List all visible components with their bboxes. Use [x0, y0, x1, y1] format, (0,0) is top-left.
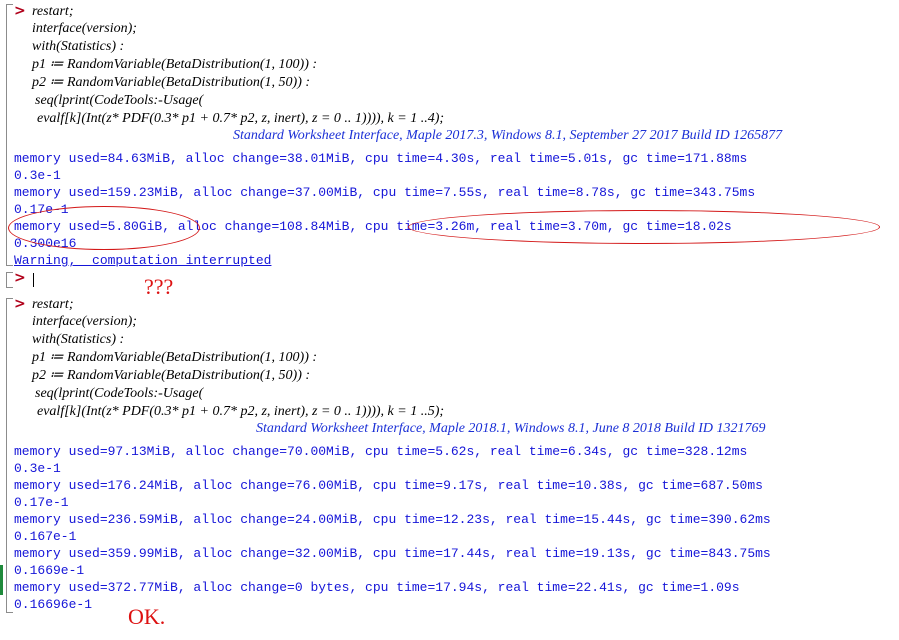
input-line[interactable]: interface(version);	[32, 313, 137, 331]
output-line: 0.3e-1	[14, 461, 61, 476]
input-line[interactable]: evalf[k](Int(z* PDF(0.3* p1 + 0.7* p2, z…	[37, 403, 444, 421]
annotation-question-marks: ???	[144, 274, 174, 299]
output-line: memory used=372.77MiB, alloc change=0 by…	[14, 580, 740, 595]
input-line[interactable]: p1 ≔ RandomVariable(BetaDistribution(1, …	[32, 349, 317, 367]
input-line[interactable]: restart;	[32, 296, 73, 314]
output-line: 0.17e-1	[14, 495, 69, 510]
annotation-ok: OK.	[128, 604, 166, 629]
output-line: 0.17e-1	[14, 202, 69, 217]
input-line[interactable]: interface(version);	[32, 20, 137, 38]
left-edge-marker	[0, 565, 3, 595]
input-line[interactable]: seq(lprint(CodeTools:-Usage(	[35, 385, 203, 403]
input-line[interactable]: evalf[k](Int(z* PDF(0.3* p1 + 0.7* p2, z…	[37, 110, 444, 128]
version-banner-2: Standard Worksheet Interface, Maple 2018…	[256, 421, 766, 436]
input-line[interactable]: p2 ≔ RandomVariable(BetaDistribution(1, …	[32, 367, 310, 385]
input-line[interactable]: p1 ≔ RandomVariable(BetaDistribution(1, …	[32, 56, 317, 74]
output-line: memory used=236.59MiB, alloc change=24.0…	[14, 512, 771, 527]
input-prompt-2: >	[14, 296, 26, 312]
output-line: 0.167e-1	[14, 529, 77, 544]
output-line: memory used=97.13MiB, alloc change=70.00…	[14, 444, 748, 459]
input-line[interactable]: restart;	[32, 3, 73, 21]
output-line: 0.300e16	[14, 236, 77, 251]
output-line: memory used=5.80GiB, alloc change=108.84…	[14, 219, 732, 234]
input-line[interactable]: with(Statistics) :	[32, 331, 124, 349]
version-banner-1: Standard Worksheet Interface, Maple 2017…	[233, 128, 783, 143]
execution-group-bracket-empty[interactable]	[6, 272, 13, 288]
warning-message: Warning, computation interrupted	[14, 253, 272, 268]
output-line: 0.1669e-1	[14, 563, 85, 578]
output-line: memory used=159.23MiB, alloc change=37.0…	[14, 185, 756, 200]
text-cursor[interactable]	[33, 273, 34, 287]
execution-group-bracket-2[interactable]	[6, 298, 13, 613]
input-prompt-empty: >	[14, 270, 26, 286]
input-prompt-1: >	[14, 3, 26, 19]
input-line[interactable]: p2 ≔ RandomVariable(BetaDistribution(1, …	[32, 74, 310, 92]
output-line: 0.16696e-1	[14, 597, 93, 612]
input-line[interactable]: seq(lprint(CodeTools:-Usage(	[35, 92, 203, 110]
output-line: memory used=84.63MiB, alloc change=38.01…	[14, 151, 748, 166]
output-line: memory used=359.99MiB, alloc change=32.0…	[14, 546, 771, 561]
execution-group-bracket-1[interactable]	[6, 4, 13, 266]
input-line[interactable]: with(Statistics) :	[32, 38, 124, 56]
output-line: 0.3e-1	[14, 168, 61, 183]
output-line: memory used=176.24MiB, alloc change=76.0…	[14, 478, 763, 493]
